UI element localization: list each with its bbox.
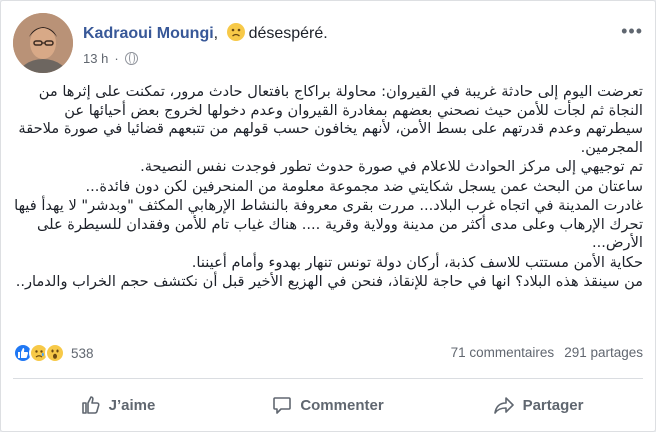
post-paragraph: من سينقذ هذه البلاد؟ انها في حاجة للإنقا… (15, 273, 643, 290)
like-label: J’aime (108, 396, 156, 414)
like-button[interactable]: J’aime (13, 385, 223, 425)
post-actions: J’aime Commenter Partager (13, 385, 643, 425)
thumbs-up-icon (81, 396, 100, 414)
post-paragraph: ساعتان من البحث عمن يسجل شكايتي ضد مجموع… (85, 177, 644, 195)
author-name[interactable]: Kadraoui Moungi (83, 25, 214, 42)
engagement-stats: 538 71 commentaires 291 partages (13, 343, 643, 367)
wow-icon (45, 343, 65, 363)
post-paragraph: غادرت المدينة في اتجاه غرب البلاد... مرر… (14, 197, 643, 251)
more-options-icon[interactable]: ••• (621, 21, 643, 42)
post-time[interactable]: 13 h (83, 51, 108, 66)
comment-icon (273, 397, 292, 414)
feeling-text: désespéré. (248, 25, 328, 42)
post-paragraph: حكاية الأمن مستتب للاسف كذبة، أركان دولة… (191, 253, 643, 271)
share-button[interactable]: Partager (433, 385, 643, 425)
post-paragraph: تم توجيهي إلى مركز الحوادث للاعلام في صو… (140, 158, 643, 175)
shares-count[interactable]: 291 partages (564, 345, 643, 360)
author-separator: , (213, 25, 219, 42)
comments-count[interactable]: 71 commentaires (451, 345, 555, 360)
share-icon (493, 397, 514, 414)
reactions-summary[interactable]: 538 (13, 343, 94, 363)
avatar[interactable] (13, 13, 73, 73)
comment-label: Commenter (300, 396, 384, 414)
actions-divider (13, 378, 643, 379)
post-text: تعرضت اليوم إلى حادثة غريبة في القيروان:… (13, 83, 643, 293)
post-meta: 13 h · (83, 51, 138, 66)
globe-icon (124, 52, 138, 65)
comment-share-counts: 71 commentaires 291 partages (451, 345, 643, 360)
comment-button[interactable]: Commenter (223, 385, 433, 425)
share-label: Partager (522, 396, 584, 414)
reaction-count: 538 (71, 345, 94, 361)
post-header: Kadraoui Moungi, désespéré. 13 h · ••• (13, 13, 643, 73)
sad-face-icon (226, 23, 245, 41)
author-line: Kadraoui Moungi, désespéré. (83, 23, 328, 43)
post-paragraph: تعرضت اليوم إلى حادثة غريبة في القيروان:… (18, 83, 643, 156)
meta-dot: · (114, 51, 119, 66)
post-card: Kadraoui Moungi, désespéré. 13 h · ••• ت… (0, 0, 656, 432)
